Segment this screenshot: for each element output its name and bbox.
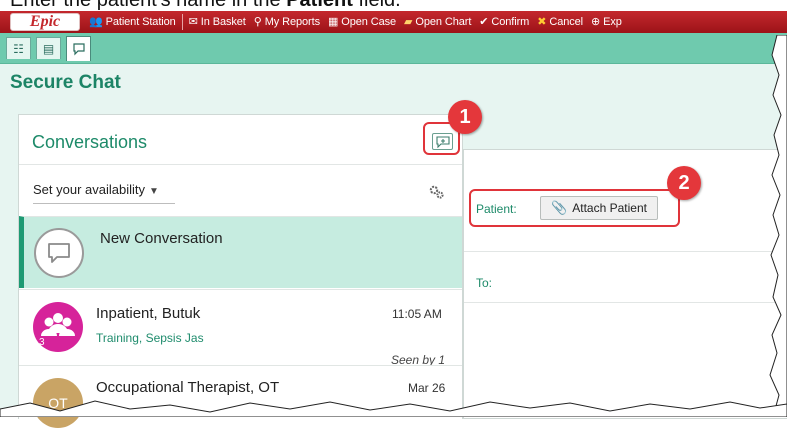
search-icon: ⚲	[253, 15, 262, 28]
member-count-badge: 3	[39, 337, 45, 348]
tab-dashboard[interactable]: ▤	[36, 37, 61, 59]
epic-toolbar: Epic 👥 Patient Station ✉ In Basket ⚲ My …	[0, 11, 787, 33]
list-item-new-conversation[interactable]: New Conversation	[19, 216, 462, 288]
list-item-inpatient[interactable]: 3 Inpatient, Butuk 11:05 AM Training, Se…	[19, 289, 462, 367]
chat-bubble-icon	[72, 43, 85, 56]
list-icon: ☷	[13, 41, 24, 56]
dashboard-icon: ▤	[42, 41, 55, 56]
to-label: To:	[476, 276, 493, 290]
conversation-subtitle: Training, Sepsis Jas	[96, 331, 204, 345]
grid-icon: ▦	[327, 15, 339, 28]
availability-row: Set your availability ▼	[19, 165, 462, 215]
main-area: Conversations Set your availability ▼ Ne…	[0, 102, 787, 435]
folder-icon: ▰	[404, 15, 413, 28]
my-reports-button[interactable]: ⚲ My Reports	[254, 16, 320, 28]
callout-badge-1: 1	[448, 100, 482, 134]
open-chart-button[interactable]: ▰ Open Chart	[404, 16, 471, 28]
chat-bubble-icon	[48, 243, 70, 263]
activity-tabstrip: ☷ ▤	[0, 33, 787, 64]
conversations-title: Conversations	[32, 132, 148, 152]
page-header: Secure Chat	[0, 64, 787, 102]
patient-station-button[interactable]: 👥 Patient Station	[89, 16, 176, 28]
in-basket-button[interactable]: ✉ In Basket	[189, 16, 246, 28]
open-case-button[interactable]: ▦ Open Case	[328, 16, 396, 28]
in-basket-icon: ✉	[188, 15, 198, 28]
conversation-time: Mar 26	[408, 381, 446, 395]
tab-list[interactable]: ☷	[6, 37, 31, 59]
x-icon: ✖	[537, 15, 547, 28]
cancel-button[interactable]: ✖ Cancel	[537, 16, 583, 28]
page-title: Secure Chat	[10, 72, 121, 93]
conversation-name: Occupational Therapist, OT	[96, 379, 280, 396]
epic-logo[interactable]: Epic	[10, 13, 80, 31]
tab-secure-chat[interactable]	[66, 36, 91, 61]
callout-highlight-2	[469, 189, 680, 227]
torn-edge-right	[769, 35, 787, 417]
conversations-panel: Conversations Set your availability ▼ Ne…	[18, 114, 463, 435]
chat-bubble-avatar	[34, 228, 84, 278]
torn-edge-bottom	[0, 400, 787, 417]
conversation-name: Inpatient, Butuk	[96, 305, 201, 322]
plus-circle-icon: ⊕	[591, 15, 601, 28]
availability-dropdown[interactable]: Set your availability ▼	[33, 182, 175, 204]
exp-button[interactable]: ⊕ Exp	[591, 16, 622, 28]
confirm-button[interactable]: ✔ Confirm	[479, 16, 529, 28]
conversations-header: Conversations	[19, 115, 462, 165]
patient-station-icon: 👥	[89, 15, 103, 28]
gears-icon[interactable]	[427, 184, 445, 200]
chevron-down-icon: ▼	[149, 186, 159, 197]
conversation-name: New Conversation	[100, 230, 223, 247]
checkmark-icon: ✔	[479, 15, 489, 28]
conversation-time: 11:05 AM	[392, 307, 442, 321]
callout-badge-2: 2	[667, 166, 701, 200]
